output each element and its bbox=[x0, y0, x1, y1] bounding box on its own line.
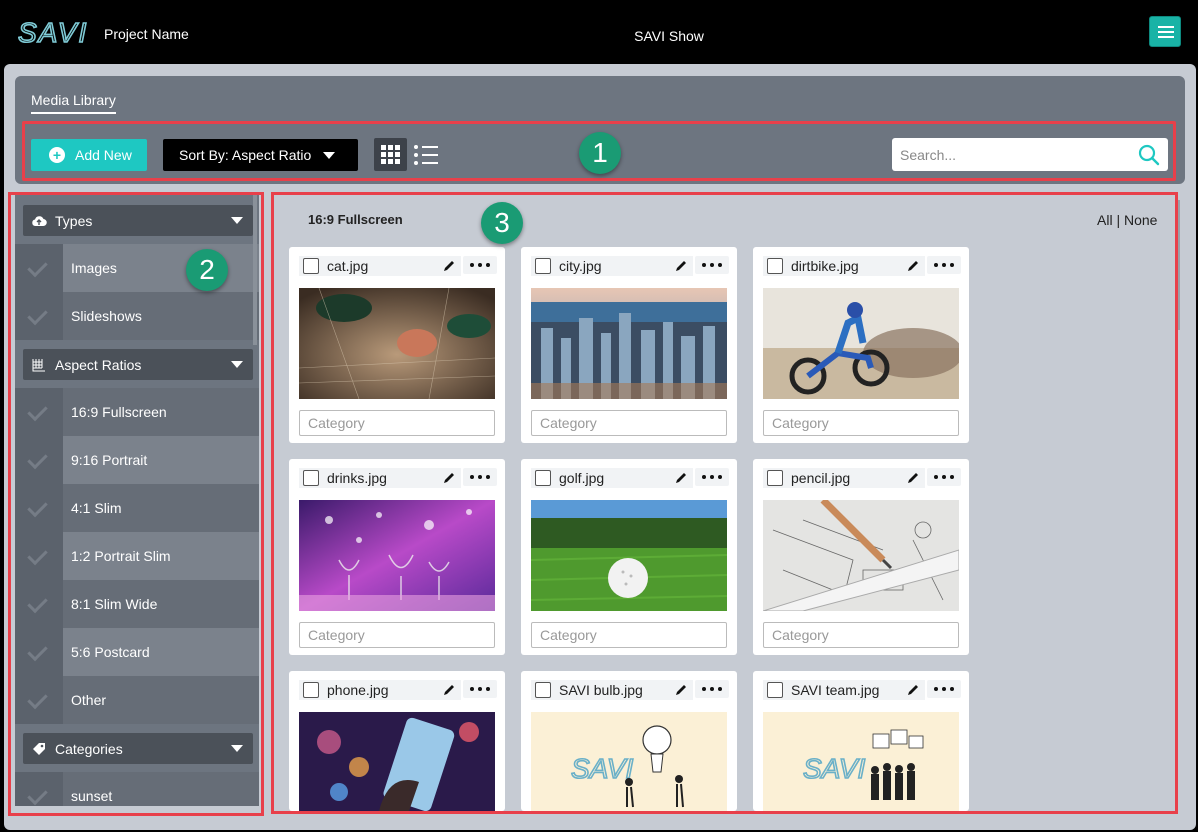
main-grid-highlight bbox=[271, 192, 1178, 814]
sidebar-highlight bbox=[8, 192, 264, 816]
top-bar: SAVI Project Name SAVI Show bbox=[0, 0, 1198, 64]
callout-badge: 2 bbox=[186, 249, 228, 291]
callout-badge: 1 bbox=[579, 132, 621, 174]
callout-badge: 3 bbox=[481, 202, 523, 244]
tab-media-library[interactable]: Media Library bbox=[31, 92, 116, 114]
show-name: SAVI Show bbox=[634, 28, 704, 44]
hamburger-icon[interactable] bbox=[1149, 16, 1181, 47]
